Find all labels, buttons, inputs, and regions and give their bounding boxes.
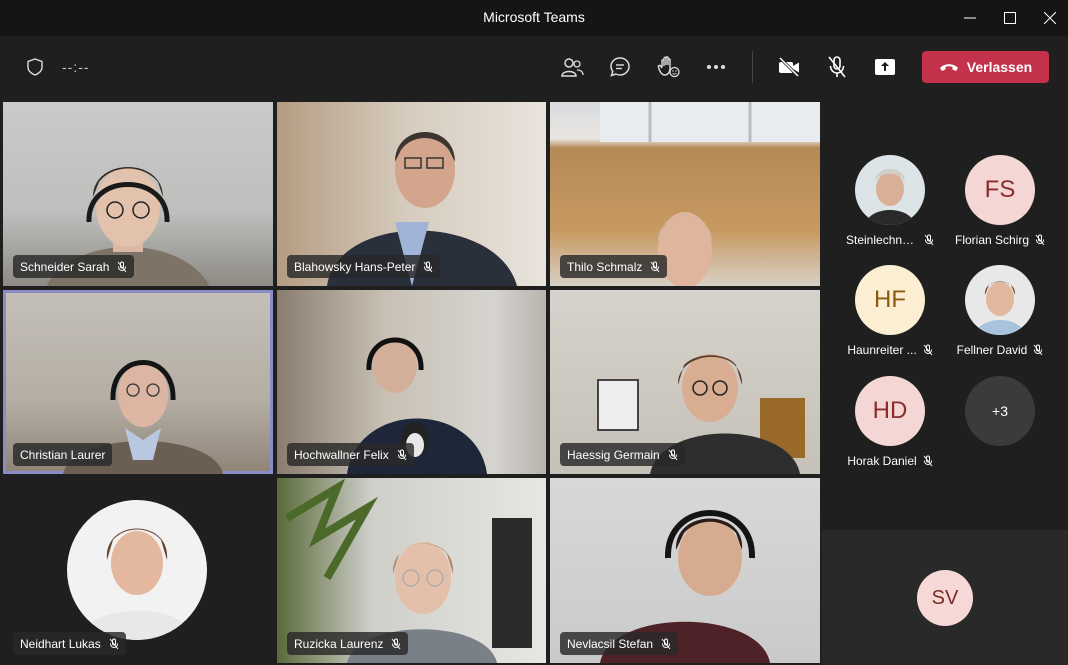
participant-name: Haunreiter ... <box>847 343 917 357</box>
camera-toggle-button[interactable] <box>773 51 805 83</box>
roster-participant[interactable]: Fellner David <box>945 265 1055 357</box>
minimize-icon <box>964 17 976 19</box>
more-options-button[interactable] <box>700 51 732 83</box>
avatar: HD <box>855 376 925 446</box>
video-tile[interactable]: Thilo Schmalz <box>550 102 820 286</box>
title-bar: Microsoft Teams <box>0 0 1068 36</box>
participant-name: Nevlacsil Stefan <box>567 636 654 651</box>
avatar: HF <box>855 265 925 335</box>
maximize-icon <box>1004 12 1016 24</box>
participant-name: Hochwallner Felix <box>294 447 389 462</box>
roster-participant[interactable]: HF Haunreiter ... <box>835 265 945 357</box>
video-tile[interactable]: Nevlacsil Stefan <box>550 478 820 663</box>
mic-off-icon <box>1033 344 1043 356</box>
close-button[interactable] <box>1030 0 1068 36</box>
participant-name: Christian Laurer <box>20 447 106 462</box>
video-tile[interactable]: Schneider Sarah <box>3 102 273 286</box>
avatar <box>855 155 925 225</box>
participant-name: Florian Schirg <box>954 233 1030 247</box>
mic-off-icon <box>668 449 678 460</box>
video-tile[interactable]: Haessig Germain <box>550 290 820 474</box>
participant-roster: Steinlechne... FS Florian Schirg HF Haun… <box>822 98 1068 530</box>
self-view[interactable]: SV <box>822 530 1068 665</box>
participant-name: Ruzicka Laurenz <box>294 636 384 651</box>
participants-button[interactable] <box>556 51 588 83</box>
share-screen-button[interactable] <box>869 51 901 83</box>
participant-name: Schneider Sarah <box>20 259 110 274</box>
video-tile[interactable]: Hochwallner Felix <box>277 290 546 474</box>
leave-button[interactable]: Verlassen <box>922 51 1049 83</box>
mic-off-icon <box>109 638 119 649</box>
overflow-count: +3 <box>965 376 1035 446</box>
raise-hand-icon <box>657 56 680 78</box>
participant-name: Haessig Germain <box>567 447 660 462</box>
video-tile-avatar[interactable]: Neidhart Lukas <box>3 478 273 663</box>
participant-name: Neidhart Lukas <box>20 636 101 651</box>
participant-name: Blahowsky Hans-Peter <box>294 259 416 274</box>
roster-name-row: Fellner David <box>945 343 1055 357</box>
mic-off-icon <box>424 261 433 272</box>
meeting-toolbar: --:-- Verlassen <box>0 36 1068 98</box>
minimize-button[interactable] <box>950 0 990 36</box>
video-tile[interactable]: Ruzicka Laurenz <box>277 478 546 663</box>
participant-name-tag: Christian Laurer <box>13 443 113 466</box>
chat-icon <box>610 57 630 77</box>
mic-off-icon <box>923 455 933 467</box>
hang-up-icon <box>939 64 958 71</box>
mic-off-icon <box>924 234 934 246</box>
avatar <box>965 265 1035 335</box>
mic-off-icon <box>650 261 660 272</box>
meeting-timer: --:-- <box>62 59 90 75</box>
roster-name-row: Horak Daniel <box>835 454 945 468</box>
mic-off-icon <box>397 449 407 460</box>
avatar: FS <box>965 155 1035 225</box>
participant-name-tag: Hochwallner Felix <box>287 443 414 466</box>
more-icon <box>707 65 725 69</box>
window-title: Microsoft Teams <box>483 9 585 25</box>
roster-participant[interactable]: Steinlechne... <box>835 155 945 247</box>
participant-name-tag: Blahowsky Hans-Peter <box>287 255 441 278</box>
mic-off-icon <box>923 344 933 356</box>
share-icon <box>875 59 895 75</box>
roster-name-row: Florian Schirg <box>945 233 1055 247</box>
participant-name: Steinlechne... <box>846 233 918 247</box>
mic-off-icon <box>392 638 401 649</box>
shield-icon[interactable] <box>19 51 51 83</box>
camera-off-icon <box>778 57 800 77</box>
roster-name-row: Haunreiter ... <box>835 343 945 357</box>
roster-participant[interactable]: HD Horak Daniel <box>835 376 945 468</box>
more-participants-button[interactable]: +3 <box>945 376 1055 446</box>
participant-name-tag: Schneider Sarah <box>13 255 135 278</box>
video-tile-active-speaker[interactable]: Christian Laurer <box>3 290 273 474</box>
chat-button[interactable] <box>604 51 636 83</box>
people-icon <box>561 58 584 77</box>
mic-off-icon <box>828 56 846 78</box>
mic-off-icon <box>661 638 671 649</box>
mic-toggle-button[interactable] <box>821 51 853 83</box>
roster-name-row: Steinlechne... <box>835 233 945 247</box>
close-icon <box>1044 12 1056 24</box>
mic-off-icon <box>1035 234 1045 246</box>
video-tile[interactable]: Blahowsky Hans-Peter <box>277 102 546 286</box>
participant-name-tag: Thilo Schmalz <box>560 255 668 278</box>
toolbar-divider <box>752 51 753 83</box>
participant-name-tag: Haessig Germain <box>560 443 685 466</box>
participant-name-tag: Neidhart Lukas <box>13 632 126 655</box>
roster-participant[interactable]: FS Florian Schirg <box>945 155 1055 247</box>
participant-name: Fellner David <box>956 343 1028 357</box>
self-avatar: SV <box>917 570 973 626</box>
participant-name-tag: Nevlacsil Stefan <box>560 632 679 655</box>
participant-name: Horak Daniel <box>847 454 917 468</box>
mic-off-icon <box>118 261 127 272</box>
reactions-button[interactable] <box>652 51 684 83</box>
maximize-button[interactable] <box>990 0 1030 36</box>
participant-name-tag: Ruzicka Laurenz <box>287 632 409 655</box>
leave-label: Verlassen <box>966 59 1033 75</box>
participant-name: Thilo Schmalz <box>567 259 643 274</box>
